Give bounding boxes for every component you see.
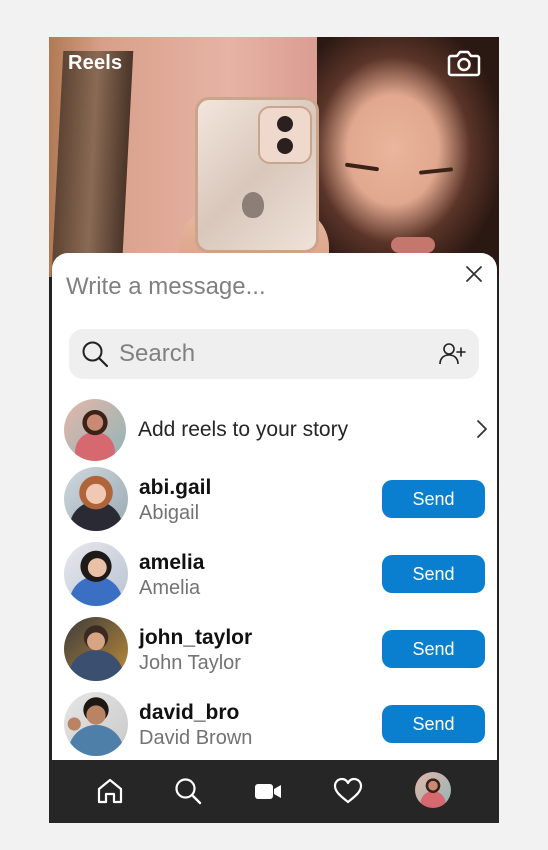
full-name: Amelia bbox=[139, 577, 201, 599]
search-bar bbox=[69, 329, 479, 379]
full-name: Abigail bbox=[139, 502, 200, 524]
reels-video-icon[interactable] bbox=[253, 776, 283, 806]
send-button[interactable]: Send bbox=[382, 555, 485, 593]
send-button[interactable]: Send bbox=[382, 480, 485, 518]
avatar bbox=[64, 617, 128, 681]
search-input[interactable] bbox=[119, 329, 419, 379]
avatar bbox=[64, 692, 128, 756]
avatar bbox=[64, 467, 128, 531]
message-input[interactable] bbox=[66, 273, 426, 301]
heart-icon[interactable] bbox=[333, 776, 363, 806]
close-icon[interactable] bbox=[463, 263, 485, 285]
story-avatar bbox=[64, 399, 126, 461]
chevron-right-icon bbox=[477, 420, 487, 438]
username: abi.gail bbox=[139, 476, 212, 499]
user-row: john_taylor John Taylor Send bbox=[64, 617, 489, 681]
home-icon[interactable] bbox=[95, 776, 125, 806]
camera-icon[interactable] bbox=[447, 48, 481, 78]
page-title: Reels bbox=[68, 52, 123, 74]
send-button[interactable]: Send bbox=[382, 705, 485, 743]
full-name: David Brown bbox=[139, 727, 253, 749]
story-label: Add reels to your story bbox=[138, 418, 349, 441]
search-icon[interactable] bbox=[173, 776, 203, 806]
user-row: abi.gail Abigail Send bbox=[64, 467, 489, 531]
search-icon bbox=[82, 341, 109, 368]
username: amelia bbox=[139, 551, 205, 574]
user-row: david_bro David Brown Send bbox=[64, 692, 489, 756]
phone-screen: Reels Add reels to your story bbox=[49, 37, 499, 823]
username: david_bro bbox=[139, 701, 240, 724]
username: john_taylor bbox=[139, 626, 253, 649]
user-row: amelia Amelia Send bbox=[64, 542, 489, 606]
profile-avatar[interactable] bbox=[415, 772, 451, 808]
avatar bbox=[64, 542, 128, 606]
add-user-icon[interactable] bbox=[439, 342, 467, 366]
send-button[interactable]: Send bbox=[382, 630, 485, 668]
add-to-story-row[interactable]: Add reels to your story bbox=[64, 399, 489, 461]
full-name: John Taylor bbox=[139, 652, 241, 674]
share-sheet: Add reels to your story abi.gail Abigail… bbox=[52, 253, 497, 763]
bottom-nav bbox=[49, 760, 499, 823]
